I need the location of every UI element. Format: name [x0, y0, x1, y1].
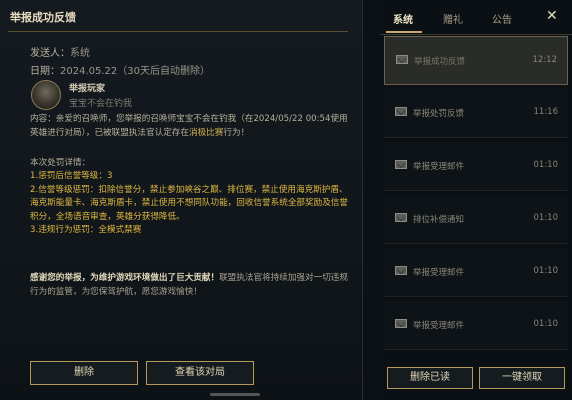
- sender-label: 发送人：: [30, 48, 70, 59]
- player-title: 举报玩家: [69, 84, 106, 94]
- violation-highlight: 消极比赛: [188, 127, 224, 138]
- envelope-icon: [395, 107, 407, 116]
- penalty-details: 1.惩罚后信誉等级：3 2.信誉等级惩罚：扣除信誉分，禁止参加峡谷之巅、排位赛，…: [30, 170, 356, 238]
- view-match-button[interactable]: 查看该对局: [146, 361, 254, 385]
- date-line: 日期：2024.05.22（30天后自动删除）: [30, 62, 210, 77]
- tab-gifts[interactable]: 赠礼: [443, 11, 463, 26]
- mail-item-time: 01:10: [533, 266, 559, 276]
- penalty-item: 1.惩罚后信誉等级：3: [30, 171, 113, 181]
- mail-item-label: 举报成功反馈: [414, 57, 466, 67]
- content-suffix: 行为！: [223, 127, 250, 138]
- mail-item-label: 举报受理邮件: [413, 268, 465, 278]
- mail-item-time: 01:10: [533, 213, 559, 223]
- avatar: [31, 80, 61, 110]
- mail-item[interactable]: 举报受理邮件 01:10: [384, 248, 568, 297]
- mail-item-time: 01:10: [533, 319, 559, 329]
- active-tab-indicator: [386, 31, 422, 33]
- mail-item-label: 举报受理邮件: [413, 162, 465, 172]
- sender-line: 发送人：系统: [30, 44, 90, 59]
- penalty-item: 2.信誉等级惩罚：扣除信誉分，禁止参加峡谷之巅、排位赛，禁止使用海克斯护盾、海克…: [30, 184, 348, 222]
- mail-item-label: 举报受理邮件: [413, 321, 465, 331]
- envelope-icon: [395, 160, 407, 169]
- delete-button[interactable]: 删除: [30, 361, 138, 385]
- mailbox-panel: 系统 赠礼 公告 ✕ 举报成功反馈 12:12 举报处罚反馈 11:16 举报受…: [380, 0, 572, 400]
- tab-system[interactable]: 系统: [393, 11, 413, 26]
- tab-announcements[interactable]: 公告: [492, 11, 512, 26]
- mail-item-time: 12:12: [532, 55, 558, 65]
- scroll-indicator[interactable]: [210, 393, 260, 396]
- envelope-icon: [395, 319, 407, 328]
- mail-item-label: 排位补偿通知: [413, 215, 465, 225]
- reporting-player: 举报玩家 宝宝不会在钓我: [31, 80, 331, 110]
- mail-item-label: 举报处罚反馈: [413, 109, 465, 119]
- mail-item-time: 11:16: [533, 107, 559, 117]
- mail-item-time: 01:10: [533, 160, 559, 170]
- thanks-message: 感谢您的举报，为维护游戏环境做出了巨大贡献！联盟执法官将持续加强对一切违规行为的…: [30, 272, 356, 299]
- envelope-icon: [395, 266, 407, 275]
- player-nickname: 宝宝不会在钓我: [69, 99, 133, 109]
- penalty-item: 3.违规行为惩罚：全模式禁赛: [30, 225, 142, 235]
- sender-value: 系统: [70, 48, 90, 59]
- close-icon[interactable]: ✕: [546, 8, 558, 24]
- mail-item[interactable]: 举报成功反馈 12:12: [384, 36, 568, 85]
- mail-content: 内容：亲爱的召唤师，您举报的召唤师宝宝不会在钓我（在2024/05/22 00:…: [30, 113, 356, 140]
- mail-title: 举报成功反馈: [10, 11, 76, 24]
- delete-read-button[interactable]: 删除已读: [387, 367, 473, 389]
- mail-item[interactable]: 举报受理邮件 01:10: [384, 142, 568, 191]
- date-value: 2024.05.22（30天后自动删除）: [60, 66, 210, 77]
- date-label: 日期：: [30, 66, 60, 77]
- mail-detail-panel: 举报成功反馈 发送人：系统 日期：2024.05.22（30天后自动删除） 举报…: [0, 0, 363, 400]
- mail-item[interactable]: 排位补偿通知 01:10: [384, 195, 568, 244]
- mail-list: 举报成功反馈 12:12 举报处罚反馈 11:16 举报受理邮件 01:10 排…: [384, 36, 568, 354]
- claim-all-button[interactable]: 一键领取: [479, 367, 565, 389]
- thanks-bold: 感谢您的举报，为维护游戏环境做出了巨大贡献！: [30, 273, 220, 283]
- title-divider: [8, 31, 348, 32]
- penalty-details-heading: 本次处罚详情：: [30, 158, 91, 168]
- mail-item[interactable]: 举报处罚反馈 11:16: [384, 89, 568, 138]
- envelope-icon: [396, 55, 408, 64]
- envelope-icon: [395, 213, 407, 222]
- mail-item[interactable]: 举报受理邮件 01:10: [384, 301, 568, 350]
- mailbox-tabs: 系统 赠礼 公告 ✕: [380, 0, 572, 35]
